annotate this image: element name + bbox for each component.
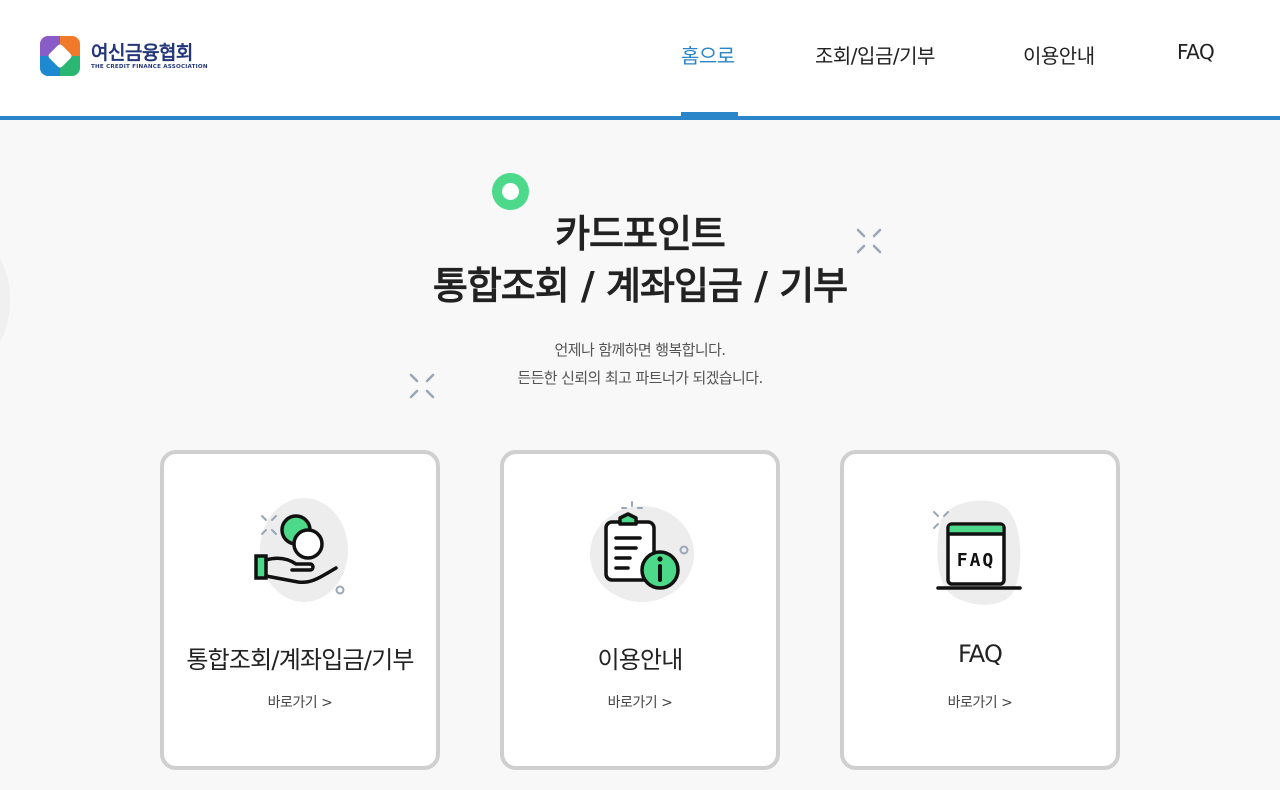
card-title: FAQ xyxy=(957,640,1003,668)
card-inquiry-deposit-donate[interactable]: 통합조회/계좌입금/기부 바로가기 > xyxy=(160,450,440,770)
svg-text:FAQ: FAQ xyxy=(957,550,996,571)
nav-home[interactable]: 홈으로 xyxy=(681,40,735,69)
coin-hand-icon xyxy=(254,498,348,602)
card-title: 이용안내 xyxy=(597,646,683,674)
logo-text: 여신금융협회 THE CREDIT FINANCE ASSOCIATION xyxy=(91,42,208,70)
nav-inquiry-deposit-donate[interactable]: 조회/입금/기부 xyxy=(815,40,935,69)
hero-subtitle: 언제나 함께하면 행복합니다. 든든한 신뢰의 최고 파트너가 되겠습니다. xyxy=(0,336,1280,392)
nav-guide[interactable]: 이용안내 xyxy=(1023,40,1095,69)
hero-subtitle-line2: 든든한 신뢰의 최고 파트너가 되겠습니다. xyxy=(517,369,763,387)
logo-icon xyxy=(40,36,80,76)
hero-title-line1: 카드포인트 xyxy=(555,212,726,256)
card-link-label: 바로가기 xyxy=(267,695,318,711)
faq-board-icon: FAQ xyxy=(933,500,1022,605)
card-go-link[interactable]: 바로가기 > xyxy=(504,692,776,712)
green-ring-decoration xyxy=(492,173,529,210)
card-go-link[interactable]: 바로가기 > xyxy=(164,692,436,712)
card-faq[interactable]: FAQ FAQ 바로가기 > xyxy=(840,450,1120,770)
logo-korean: 여신금융협회 xyxy=(91,42,193,64)
card-link-label: 바로가기 xyxy=(607,695,658,711)
clipboard-info-icon xyxy=(590,501,694,602)
nav-active-indicator xyxy=(681,112,738,117)
card-go-link[interactable]: 바로가기 > xyxy=(844,692,1116,712)
hero-subtitle-line1: 언제나 함께하면 행복합니다. xyxy=(554,341,727,359)
logo-english: THE CREDIT FINANCE ASSOCIATION xyxy=(91,64,208,70)
hero-title: 카드포인트 통합조회 / 계좌입금 / 기부 xyxy=(0,208,1280,312)
card-link-label: 바로가기 xyxy=(947,695,998,711)
chevron-right-icon: > xyxy=(1001,695,1013,711)
nav-faq[interactable]: FAQ xyxy=(1177,40,1215,64)
chevron-right-icon: > xyxy=(661,695,673,711)
hero-title-line2: 통합조회 / 계좌입금 / 기부 xyxy=(432,264,848,308)
card-title: 통합조회/계좌입금/기부 xyxy=(186,646,414,674)
site-header: 여신금융협회 THE CREDIT FINANCE ASSOCIATION 홈으… xyxy=(0,0,1280,120)
card-guide[interactable]: 이용안내 바로가기 > xyxy=(500,450,780,770)
logo-link[interactable]: 여신금융협회 THE CREDIT FINANCE ASSOCIATION xyxy=(40,36,208,76)
chevron-right-icon: > xyxy=(321,695,333,711)
